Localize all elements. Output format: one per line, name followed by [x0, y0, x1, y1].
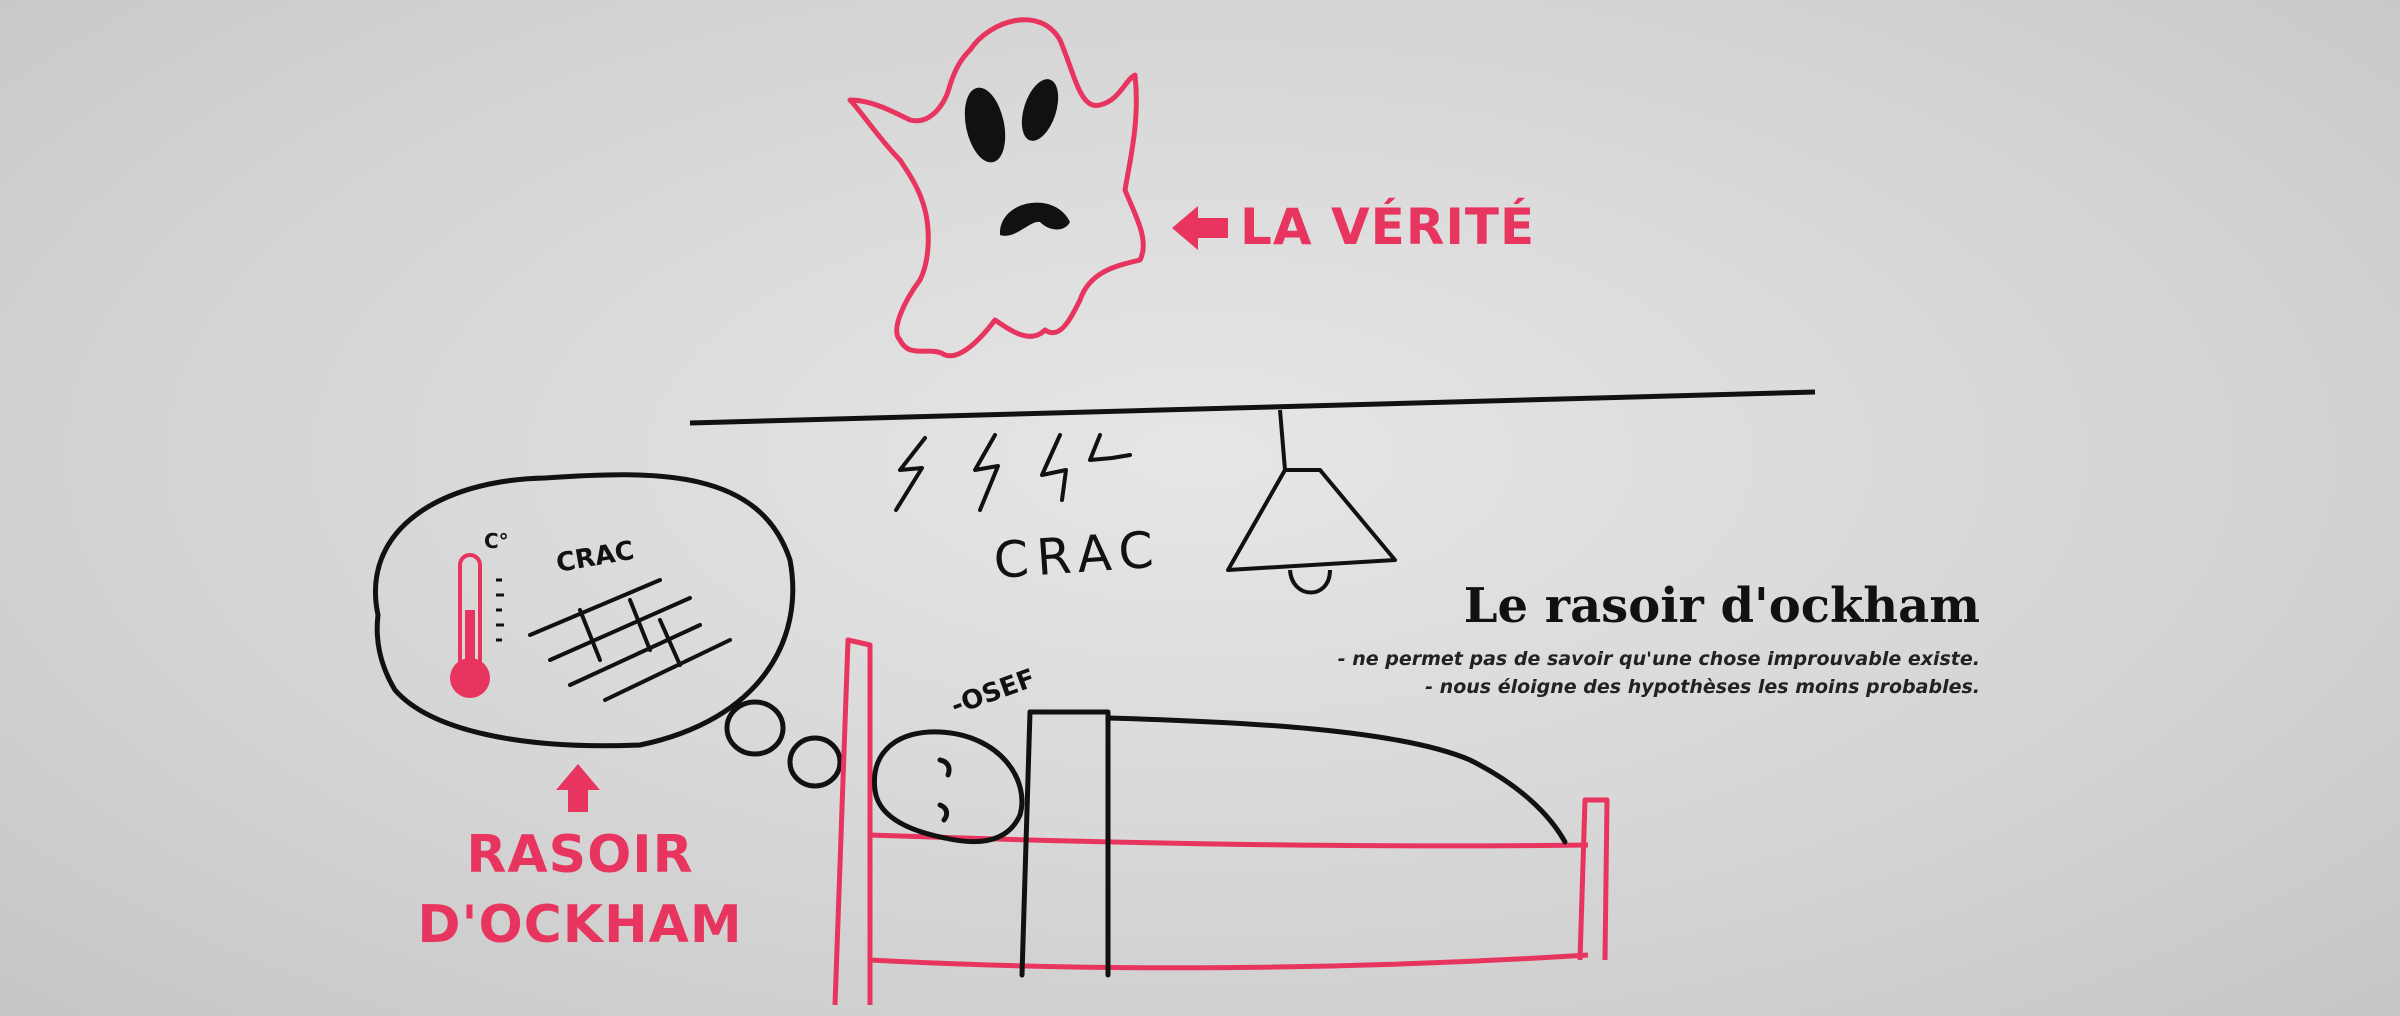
ghost-left-eye	[964, 87, 1006, 163]
drawing-scene: CRAC C° CRAC -OSEF	[373, 17, 1816, 1006]
razor-caption: RASOIR D'OCKHAM	[390, 820, 770, 960]
broken-wall-lines	[528, 578, 732, 702]
arrow-up-icon	[556, 764, 600, 812]
truth-caption: LA VÉRITÉ	[1240, 198, 1536, 256]
ghost-outline	[847, 17, 1146, 359]
bubble-crack-text: CRAC	[554, 536, 636, 579]
razor-caption-line2: D'OCKHAM	[417, 895, 743, 955]
sleeper-remark-text: -OSEF	[947, 664, 1039, 722]
ghost-drawing	[847, 17, 1146, 359]
ceiling-line	[689, 389, 1816, 426]
crack-lines	[894, 433, 1132, 512]
panel-point: - nous éloigne des hypothèses les moins …	[1425, 676, 1980, 698]
lamp-drawing	[1226, 409, 1397, 595]
thermometer-icon	[450, 553, 504, 698]
razor-caption-line1: RASOIR	[466, 825, 694, 885]
degree-mark-text: C°	[484, 529, 509, 553]
crack-sound-text: CRAC	[992, 520, 1164, 590]
thought-bubble	[373, 472, 843, 789]
panel-point: - ne permet pas de savoir qu'une chose i…	[1337, 648, 1980, 670]
panel-points: - ne permet pas de savoir qu'une chose i…	[1200, 645, 1980, 701]
panel-title: Le rasoir d'ockham	[1463, 578, 1980, 634]
arrow-left-icon	[1172, 206, 1228, 250]
ghost-mouth	[999, 202, 1070, 236]
ghost-right-eye	[1021, 79, 1059, 141]
